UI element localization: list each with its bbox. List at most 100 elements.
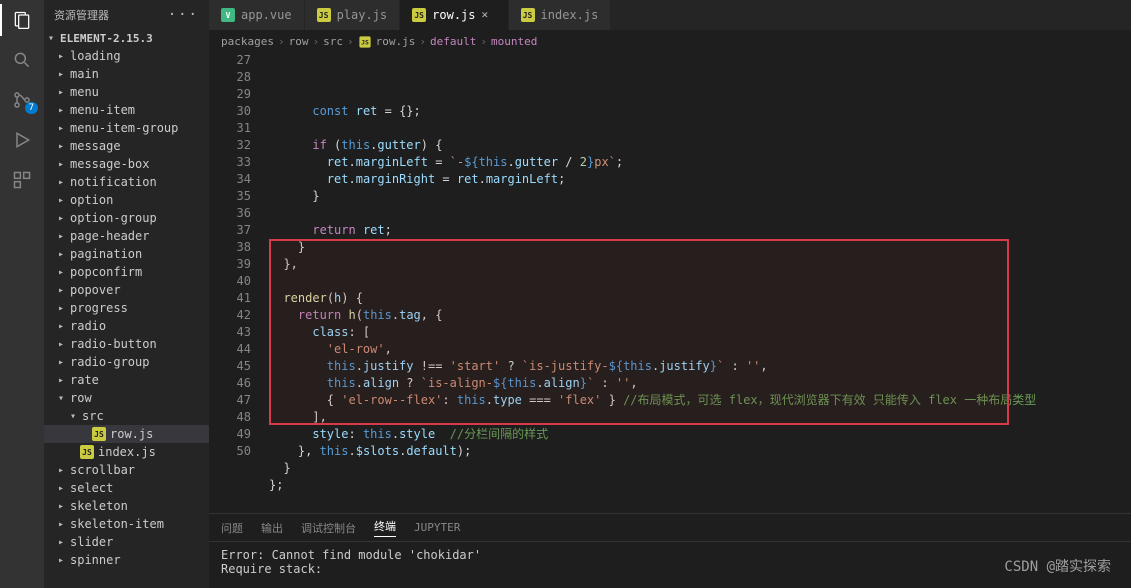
code-line[interactable]: return h(this.tag, { [269, 307, 1131, 324]
terminal-tab-0[interactable]: 问题 [221, 520, 243, 536]
sidebar-header: 资源管理器 ··· [44, 0, 209, 30]
chevron-right-icon [58, 231, 68, 242]
run-debug-icon[interactable] [10, 128, 34, 152]
code-line[interactable]: return ret; [269, 222, 1131, 239]
tree-item-row[interactable]: row [44, 389, 209, 407]
tree-item-menu[interactable]: menu [44, 83, 209, 101]
tree-item-option-group[interactable]: option-group [44, 209, 209, 227]
code-line[interactable]: style: this.style //分栏间隔的样式 [269, 426, 1131, 443]
code-line[interactable]: class: [ [269, 324, 1131, 341]
sidebar-more-icon[interactable]: ··· [168, 7, 199, 23]
chevron-right-icon [58, 537, 68, 548]
tree-item-src[interactable]: src [44, 407, 209, 425]
code-area[interactable]: const ret = {}; if (this.gutter) { ret.m… [269, 52, 1131, 513]
line-number: 47 [209, 392, 251, 409]
tree-item-page-header[interactable]: page-header [44, 227, 209, 245]
tree-item-loading[interactable]: loading [44, 47, 209, 65]
tree-item-skeleton-item[interactable]: skeleton-item [44, 515, 209, 533]
code-line[interactable]: }, [269, 256, 1131, 273]
tree-item-skeleton[interactable]: skeleton [44, 497, 209, 515]
breadcrumb-item[interactable]: packages [221, 35, 274, 48]
code-line[interactable]: }; [269, 477, 1131, 494]
line-number: 33 [209, 154, 251, 171]
tree-item-message[interactable]: message [44, 137, 209, 155]
tab-index-js[interactable]: JSindex.js [509, 0, 612, 30]
tree-item-label: skeleton [70, 499, 128, 513]
tree-item-progress[interactable]: progress [44, 299, 209, 317]
source-control-icon[interactable]: 7 [10, 88, 34, 112]
code-line[interactable]: ], [269, 409, 1131, 426]
line-number: 27 [209, 52, 251, 69]
breadcrumb-item[interactable]: row [289, 35, 309, 48]
tree-item-select[interactable]: select [44, 479, 209, 497]
code-line[interactable] [269, 494, 1131, 511]
code-line[interactable] [269, 273, 1131, 290]
tree-item-main[interactable]: main [44, 65, 209, 83]
code-line[interactable]: } [269, 188, 1131, 205]
code-line[interactable]: render(h) { [269, 290, 1131, 307]
chevron-right-icon [58, 51, 68, 62]
line-number: 50 [209, 443, 251, 460]
tree-item-message-box[interactable]: message-box [44, 155, 209, 173]
chevron-down-icon [58, 393, 68, 404]
tree-item-radio[interactable]: radio [44, 317, 209, 335]
code-line[interactable]: { 'el-row--flex': this.type === 'flex' }… [269, 392, 1131, 409]
tree-item-label: pagination [70, 247, 142, 261]
line-gutter: 2728293031323334353637383940414243444546… [209, 52, 269, 513]
code-line[interactable]: }, this.$slots.default); [269, 443, 1131, 460]
tab-app-vue[interactable]: Vapp.vue [209, 0, 305, 30]
terminal-tab-4[interactable]: JUPYTER [414, 521, 460, 534]
tree-item-radio-group[interactable]: radio-group [44, 353, 209, 371]
breadcrumb-item[interactable]: mounted [491, 35, 537, 48]
tree-item-notification[interactable]: notification [44, 173, 209, 191]
tree-item-rate[interactable]: rate [44, 371, 209, 389]
line-number: 34 [209, 171, 251, 188]
explorer-icon[interactable] [10, 8, 34, 32]
extensions-icon[interactable] [10, 168, 34, 192]
code-line[interactable]: ret.marginLeft = `-${this.gutter / 2}px`… [269, 154, 1131, 171]
editor[interactable]: 2728293031323334353637383940414243444546… [209, 52, 1131, 513]
tree-item-scrollbar[interactable]: scrollbar [44, 461, 209, 479]
terminal-tab-1[interactable]: 输出 [261, 520, 283, 536]
tree-root-header[interactable]: ELEMENT-2.15.3 [44, 30, 209, 47]
tree-item-slider[interactable]: slider [44, 533, 209, 551]
tree-item-popconfirm[interactable]: popconfirm [44, 263, 209, 281]
breadcrumb-item[interactable]: row.js [376, 35, 416, 48]
js-file-icon: JS [317, 8, 331, 22]
code-line[interactable] [269, 205, 1131, 222]
tree-item-row-js[interactable]: row.js [44, 425, 209, 443]
line-number: 41 [209, 290, 251, 307]
tree-item-index-js[interactable]: index.js [44, 443, 209, 461]
tab-play-js[interactable]: JSplay.js [305, 0, 401, 30]
tree-item-popover[interactable]: popover [44, 281, 209, 299]
breadcrumb-item[interactable]: default [430, 35, 476, 48]
tree-item-menu-item-group[interactable]: menu-item-group [44, 119, 209, 137]
chevron-down-icon [70, 411, 80, 422]
chevron-right-icon [58, 339, 68, 350]
tree-item-option[interactable]: option [44, 191, 209, 209]
breadcrumb-item[interactable]: src [323, 35, 343, 48]
close-icon[interactable]: ✕ [482, 8, 496, 22]
breadcrumb-separator-icon: › [278, 35, 285, 48]
code-line[interactable]: } [269, 239, 1131, 256]
breadcrumb[interactable]: packages›row›src›row.js›default›mounted [209, 30, 1131, 52]
terminal-tab-3[interactable]: 终端 [374, 518, 396, 537]
tree-item-radio-button[interactable]: radio-button [44, 335, 209, 353]
code-line[interactable]: const ret = {}; [269, 103, 1131, 120]
tree-item-spinner[interactable]: spinner [44, 551, 209, 569]
terminal-tabs: 问题 输出 调试控制台 终端 JUPYTER [209, 514, 1131, 542]
code-line[interactable]: this.justify !== 'start' ? `is-justify-$… [269, 358, 1131, 375]
code-line[interactable]: if (this.gutter) { [269, 137, 1131, 154]
terminal-tab-2[interactable]: 调试控制台 [301, 520, 356, 536]
terminal-output[interactable]: Error: Cannot find module 'chokidar'Requ… [209, 542, 1131, 582]
code-line[interactable]: } [269, 460, 1131, 477]
tab-row-js[interactable]: JSrow.js✕ [400, 0, 508, 30]
code-line[interactable]: this.align ? `is-align-${this.align}` : … [269, 375, 1131, 392]
code-line[interactable] [269, 120, 1131, 137]
code-line[interactable]: ret.marginRight = ret.marginLeft; [269, 171, 1131, 188]
tree-item-pagination[interactable]: pagination [44, 245, 209, 263]
search-icon[interactable] [10, 48, 34, 72]
tree-item-menu-item[interactable]: menu-item [44, 101, 209, 119]
code-line[interactable]: 'el-row', [269, 341, 1131, 358]
tree-item-label: menu-item-group [70, 121, 178, 135]
